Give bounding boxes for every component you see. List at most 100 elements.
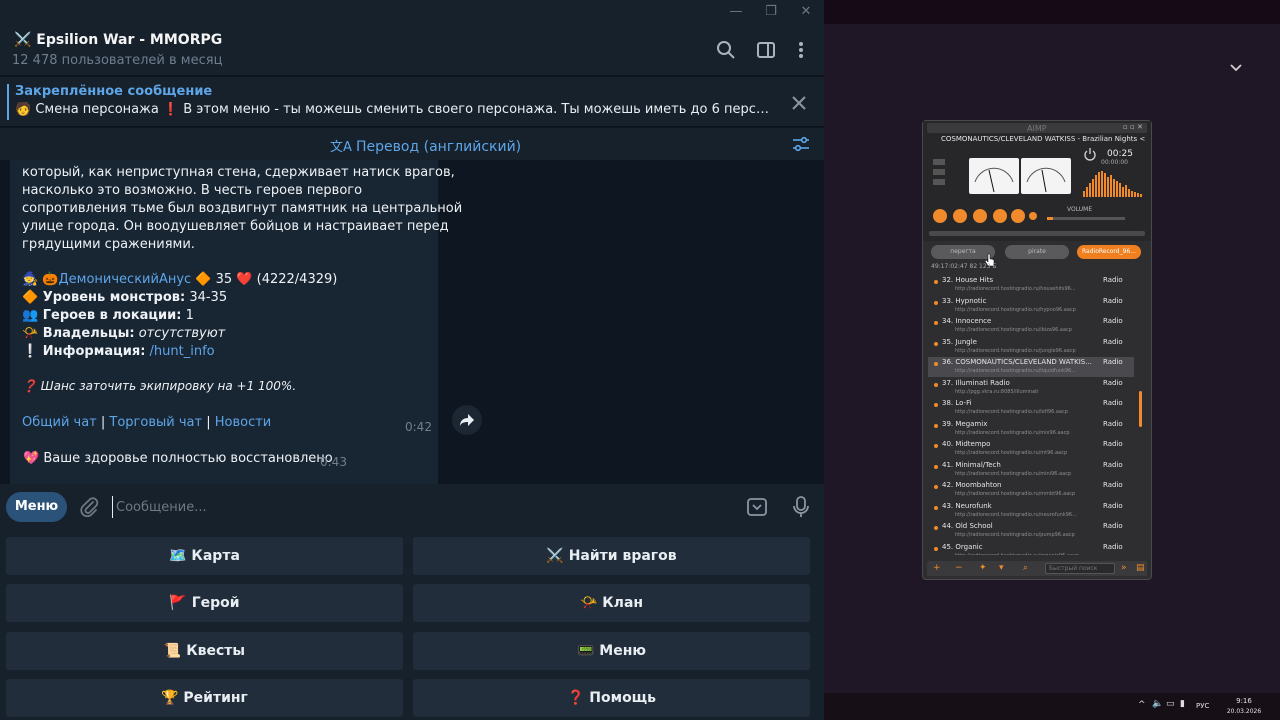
news-link[interactable]: Новости — [215, 415, 272, 430]
quick-search-input[interactable] — [1045, 563, 1115, 574]
open-file-button[interactable] — [1029, 212, 1037, 220]
taskbar: ^ 🔈 ▭ ▮ РУС 9:16 20.03.2026 — [824, 693, 1280, 720]
bot-reply-keyboard: 🗺️ Карта ⚔️ Найти врагов 🚩 Герой 📯 Клан … — [0, 531, 824, 720]
translate-bar[interactable]: 文A Перевод (английский) — [0, 128, 824, 160]
hero-button[interactable]: 🚩 Герой — [6, 584, 403, 622]
sort-icon[interactable]: ✦ — [979, 563, 987, 574]
vu-meter-left — [969, 158, 1019, 194]
playlist-scrollbar[interactable] — [1139, 391, 1142, 427]
chevron-down-icon[interactable] — [1224, 60, 1248, 76]
station-genre: Radio — [1103, 399, 1123, 407]
playlist-item[interactable]: 41. Minimal/Tech http://radiorecord.hosti… — [928, 460, 1134, 480]
volume-tray-icon[interactable]: 🔈 — [1152, 699, 1163, 709]
tray-clock-date[interactable]: 20.03.2026 — [1218, 708, 1270, 715]
playlist-item[interactable]: 44. Old School http://radiorecord.hosting… — [928, 521, 1134, 541]
station-url: http://radiorecord.hostingradio.ru/mt96.… — [955, 450, 1068, 456]
network-tray-icon[interactable]: ▭ — [1166, 699, 1175, 709]
playlist-item[interactable]: 42. Moombahton http://radiorecord.hosting… — [928, 480, 1134, 500]
playlist-item[interactable]: 33. Hypnotic http://radiorecord.hostingra… — [928, 296, 1134, 316]
quests-button[interactable]: 📜 Квесты — [6, 632, 403, 670]
aimp-titlebar[interactable]: AIMP ▫ ▫ ✕ — [927, 123, 1147, 133]
message-line: улице города. Он воодушевляет бойцов и н… — [22, 219, 449, 234]
close-window-icon[interactable]: ✕ — [796, 2, 816, 22]
playlist-item[interactable]: 40. Midtempo http://radiorecord.hostingra… — [928, 439, 1134, 459]
playlist-item[interactable]: 39. Megamix http://radiorecord.hostingrad… — [928, 419, 1134, 439]
chat-title: ⚔️ Epsilion War - MMORPG — [14, 32, 223, 48]
attach-icon[interactable] — [78, 496, 100, 518]
map-button[interactable]: 🗺️ Карта — [6, 537, 403, 575]
playlist-menu-icon[interactable]: ▤ — [1136, 563, 1145, 574]
heroes-value: 1 — [181, 308, 194, 323]
player-name-link[interactable]: ДемоническийАнус — [59, 272, 192, 287]
aimp-player-window[interactable]: AIMP ▫ ▫ ✕ COSMONAUTICS/CLEVELAND WATKIS… — [922, 120, 1152, 580]
add-icon[interactable]: + — [933, 563, 941, 574]
help-button[interactable]: ❓ Помощь — [413, 679, 810, 717]
tray-language[interactable]: РУС — [1196, 702, 1209, 710]
play-button[interactable] — [953, 209, 967, 223]
playlist-item[interactable]: 38. Lo-Fi http://radiorecord.hostingradio… — [928, 398, 1134, 418]
owners-value: отсутствуют — [134, 326, 226, 341]
message-bubble[interactable]: 💖 Ваше здоровье полностью восстановлено … — [12, 444, 352, 476]
stop-button[interactable] — [993, 209, 1007, 223]
spectrum-bar — [1104, 173, 1106, 197]
clan-button[interactable]: 📯 Клан — [413, 584, 810, 622]
search-icon[interactable] — [716, 40, 736, 60]
bot-menu-button[interactable]: Меню — [6, 492, 67, 522]
remove-icon[interactable]: − — [955, 563, 963, 574]
rating-button[interactable]: 🏆 Рейтинг — [6, 679, 403, 717]
playlist-tab[interactable]: pirate — [1005, 245, 1069, 259]
playlist-item[interactable]: 37. Illuminati Radio http://pgg.vkra.ru:8… — [928, 378, 1134, 398]
translate-settings-icon[interactable] — [792, 136, 810, 152]
message-input[interactable] — [112, 496, 712, 518]
trade-chat-link[interactable]: Торговый чат — [109, 415, 202, 430]
general-chat-link[interactable]: Общий чат — [22, 415, 97, 430]
playlist-item[interactable]: 45. Organic http://radiorecord.hostingrad… — [928, 542, 1134, 555]
microphone-icon[interactable] — [791, 495, 811, 519]
find-icon[interactable]: ⌕ — [1023, 563, 1028, 574]
playlist-tab-active[interactable]: RadioRecord_96... — [1077, 245, 1141, 259]
maximize-icon[interactable]: ❐ — [761, 2, 781, 22]
playlist-bullet-icon — [934, 546, 938, 551]
message-line: грядущими сражениями. — [22, 237, 195, 252]
chat-header[interactable]: ⚔️ Epsilion War - MMORPG 12 478 пользова… — [0, 24, 824, 76]
seek-bar[interactable] — [929, 231, 1145, 236]
prev-track-button[interactable] — [933, 209, 947, 223]
aimp-side-buttons[interactable] — [931, 155, 961, 195]
playlist-item[interactable]: 32. House Hits http://radiorecord.hosting… — [928, 275, 1134, 295]
playlist-item[interactable]: 43. Neurofunk http://radiorecord.hostingr… — [928, 501, 1134, 521]
tray-expand-icon[interactable]: ^ — [1138, 700, 1146, 710]
hunt-info-link[interactable]: /hunt_info — [145, 344, 215, 359]
station-genre: Radio — [1103, 481, 1123, 489]
message-bubble[interactable]: который, как неприступная стена, сдержив… — [10, 160, 462, 484]
playlist-item[interactable]: 35. Jungle http://radiorecord.hostingradi… — [928, 337, 1134, 357]
playlist[interactable]: 32. House Hits http://radiorecord.hosting… — [928, 275, 1134, 555]
filter-icon[interactable]: ▾ — [999, 563, 1004, 574]
playlist-item[interactable]: 34. Innocence http://radiorecord.hostingr… — [928, 316, 1134, 336]
message-feed[interactable]: который, как неприступная стена, сдержив… — [0, 160, 824, 484]
station-genre: Radio — [1103, 296, 1123, 305]
find-enemies-button[interactable]: ⚔️ Найти врагов — [413, 537, 810, 575]
close-pinned-icon[interactable] — [791, 95, 807, 111]
playlist-item[interactable]: 36. COSMONAUTICS/CLEVELAND WATKIS... http… — [928, 357, 1134, 377]
bot-keyboard-icon[interactable] — [746, 496, 768, 518]
pinned-message-bar[interactable]: Закреплённое сообщение 🧑 Смена персонажа… — [0, 77, 824, 127]
sidebar-toggle-icon[interactable] — [756, 40, 776, 60]
battery-tray-icon[interactable]: ▮ — [1180, 699, 1185, 709]
more-menu-icon[interactable] — [791, 40, 811, 60]
forward-button[interactable] — [452, 405, 482, 435]
pause-button[interactable] — [973, 209, 987, 223]
playlist-bullet-icon — [934, 444, 938, 448]
scroll-down-icon[interactable]: » — [1121, 563, 1127, 574]
translate-button[interactable]: 文A Перевод (английский) — [330, 136, 521, 155]
minimize-icon[interactable]: — — [726, 2, 746, 22]
playlist-info: 49:17:02:47 82 123 Б — [931, 263, 997, 270]
volume-slider[interactable] — [1047, 217, 1125, 220]
tray-clock-time[interactable]: 9:16 — [1224, 697, 1264, 705]
player-emoji: 🧙 🎃 — [22, 272, 59, 287]
menu-button[interactable]: 📟 Меню — [413, 632, 810, 670]
next-track-button[interactable] — [1011, 209, 1025, 223]
power-icon[interactable] — [1083, 147, 1097, 161]
station-url: http://radiorecord.hostingradio.ru/ibiza… — [955, 327, 1072, 333]
aimp-window-controls-icon[interactable]: ▫ ▫ ✕ — [1123, 123, 1143, 131]
spectrum-bar — [1107, 177, 1109, 197]
